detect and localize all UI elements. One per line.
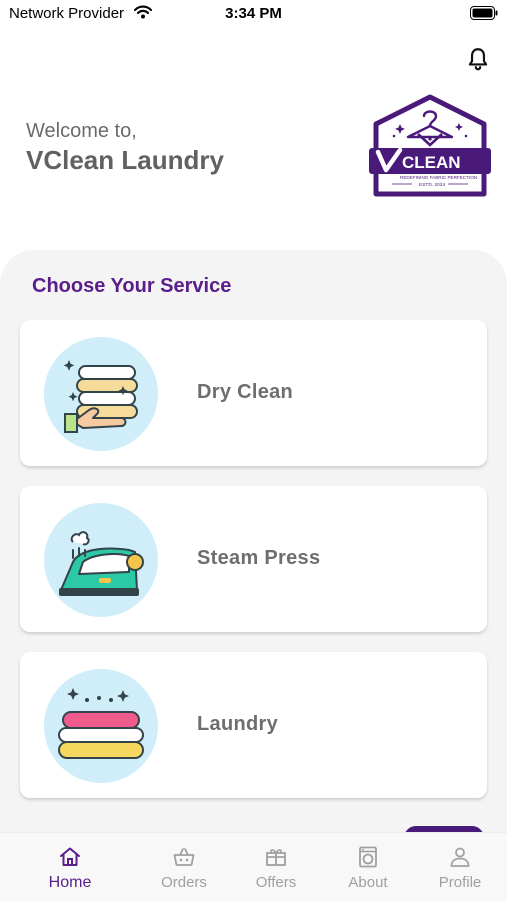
tab-offers[interactable]: Offers bbox=[230, 833, 322, 901]
person-icon bbox=[448, 845, 472, 869]
status-time: 3:34 PM bbox=[225, 5, 282, 22]
tab-profile[interactable]: Profile bbox=[414, 833, 506, 901]
tab-orders[interactable]: Orders bbox=[138, 833, 230, 901]
folded-towels-icon bbox=[43, 668, 159, 784]
service-label: Laundry bbox=[197, 713, 278, 735]
tab-label: Orders bbox=[161, 874, 207, 891]
home-icon bbox=[58, 845, 82, 869]
tab-label: Profile bbox=[438, 874, 482, 891]
tab-label: About bbox=[348, 874, 388, 891]
gift-icon bbox=[264, 845, 288, 869]
tab-label: Home bbox=[48, 874, 92, 891]
vclean-logo: CLEAN REDEFINING FABRIC PERFECTION ESTD.… bbox=[366, 94, 494, 205]
service-label: Dry Clean bbox=[197, 381, 294, 403]
basket-icon bbox=[172, 845, 196, 869]
status-bar: Network Provider 3:34 PM bbox=[0, 0, 507, 30]
logo-tagline: REDEFINING FABRIC PERFECTION bbox=[400, 175, 477, 180]
logo-brand-text: CLEAN bbox=[402, 153, 461, 172]
steam-iron-icon bbox=[43, 502, 159, 618]
service-label: Steam Press bbox=[197, 547, 321, 569]
bottom-tab-bar: Home Orders Offers About Profile bbox=[0, 832, 507, 901]
logo-est: ESTD. 2024 bbox=[419, 182, 445, 188]
battery-icon bbox=[470, 6, 498, 25]
app-name: VClean Laundry bbox=[26, 145, 224, 175]
service-card-laundry[interactable]: Laundry bbox=[20, 652, 487, 798]
folded-clothes-hand-icon bbox=[43, 336, 159, 452]
service-card-steam-press[interactable]: Steam Press bbox=[20, 486, 487, 632]
notification-bell-icon[interactable] bbox=[465, 46, 491, 77]
tab-about[interactable]: About bbox=[322, 833, 414, 901]
tab-home[interactable]: Home bbox=[24, 833, 116, 901]
tab-label: Offers bbox=[255, 874, 297, 891]
service-card-dry-clean[interactable]: Dry Clean bbox=[20, 320, 487, 466]
section-title: Choose Your Service bbox=[32, 275, 232, 297]
welcome-text: Welcome to, bbox=[26, 120, 137, 142]
washing-machine-icon bbox=[356, 845, 380, 869]
